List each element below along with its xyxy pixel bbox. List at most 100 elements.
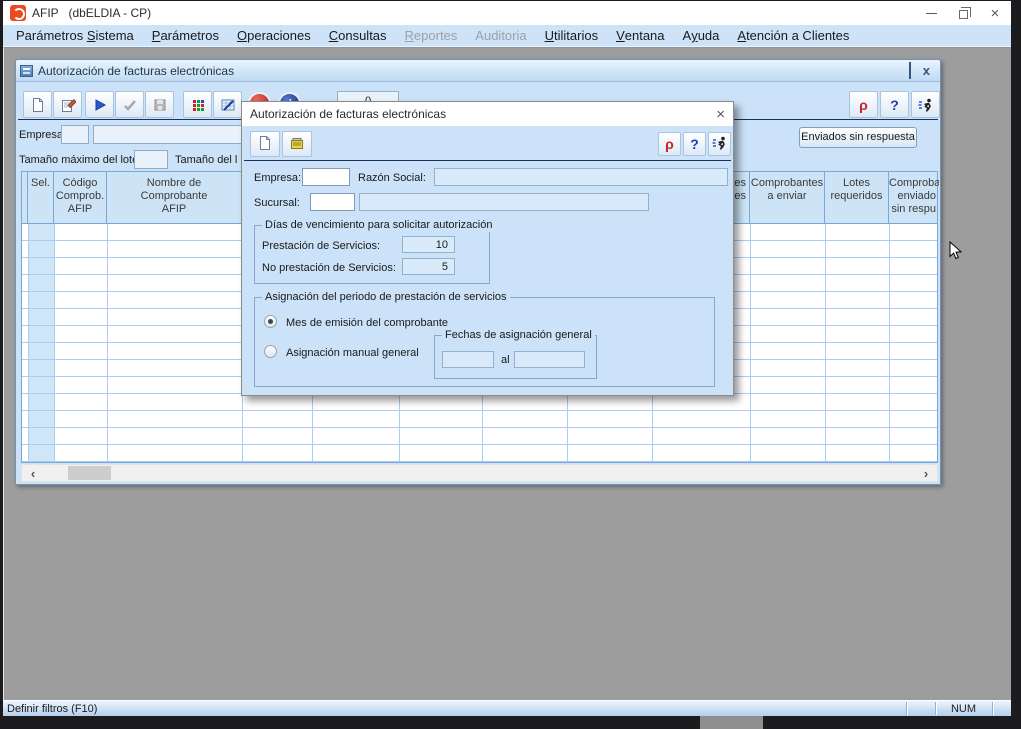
app-logo-icon	[10, 5, 26, 21]
radio-asignacion-manual-label[interactable]: Asignación manual general	[286, 346, 419, 360]
status-message: Definir filtros (F10)	[7, 702, 97, 716]
fechas-legend: Fechas de asignación general	[442, 329, 595, 342]
prestacion-label: Prestación de Servicios:	[262, 239, 380, 253]
check-icon	[122, 97, 138, 113]
app-window: AFIP (dbELDIA - CP) × Parámetros Sistema…	[0, 0, 1021, 729]
tamano-lote-label: Tamaño máximo del lote:	[19, 153, 141, 167]
mouse-cursor	[949, 241, 963, 264]
save-book-icon	[289, 135, 305, 154]
save-button[interactable]	[145, 91, 174, 118]
no-prestacion-field: 5	[402, 258, 455, 275]
menu-bar: Parámetros Sistema Parámetros Operacione…	[3, 25, 1011, 47]
table-row[interactable]	[22, 428, 937, 445]
table-row[interactable]	[22, 394, 937, 411]
horizontal-scrollbar[interactable]: ‹ ›	[21, 464, 938, 482]
menu-ayuda[interactable]: Ayuda	[674, 25, 729, 46]
empresa-code-field[interactable]	[61, 125, 89, 144]
minimize-button[interactable]	[915, 1, 947, 25]
edit-form-icon	[60, 97, 76, 113]
restore-button[interactable]	[947, 1, 979, 25]
help-button[interactable]: ?	[880, 91, 909, 118]
run-button[interactable]	[85, 91, 114, 118]
sucursal-label: Sucursal:	[254, 196, 300, 210]
dialog-empresa-label: Empresa:	[254, 171, 301, 185]
filter-button[interactable]: ρ	[849, 91, 878, 118]
menu-parametros[interactable]: Parámetros	[143, 25, 228, 46]
exit-runner-icon	[918, 97, 934, 113]
close-button[interactable]: ×	[979, 1, 1011, 25]
vencimiento-group: Días de vencimiento para solicitar autor…	[254, 225, 490, 284]
grid-edit-icon	[220, 97, 236, 113]
status-columns-icon	[190, 97, 206, 113]
dialog-toolbar-divider	[244, 160, 731, 161]
radio-mes-emision[interactable]	[264, 315, 277, 328]
sucursal-field[interactable]	[310, 193, 355, 211]
help-icon: ?	[890, 97, 899, 113]
dialog-help-button[interactable]: ?	[683, 132, 706, 156]
num-lock-indicator: NUM	[936, 702, 991, 716]
fecha-hasta-field	[514, 351, 585, 368]
enviados-sin-respuesta-button[interactable]: Enviados sin respuesta	[799, 127, 917, 148]
menu-atencion-clientes[interactable]: Atención a Clientes	[728, 25, 858, 46]
dialog-empresa-field[interactable]	[302, 168, 350, 186]
radio-mes-emision-label[interactable]: Mes de emisión del comprobante	[286, 316, 448, 330]
radio-asignacion-manual[interactable]	[264, 345, 277, 358]
scroll-right-button[interactable]: ›	[917, 465, 935, 481]
mdi-area: Autorización de facturas electrónicas x	[3, 47, 1011, 700]
al-label: al	[501, 353, 510, 367]
vencimiento-legend: Días de vencimiento para solicitar autor…	[262, 219, 495, 232]
scrollbar-thumb[interactable]	[68, 466, 111, 480]
scroll-left-button[interactable]: ‹	[24, 465, 42, 481]
empresa-label: Empresa:	[19, 128, 66, 142]
new-button[interactable]	[23, 91, 52, 118]
menu-ventana[interactable]: Ventana	[607, 25, 673, 46]
tamano-lote-field[interactable]	[134, 150, 168, 169]
dialog-title: Autorización de facturas electrónicas	[250, 107, 446, 121]
column-header-nombre[interactable]: Nombre de Comprobante AFIP	[107, 172, 242, 223]
floppy-disk-icon	[152, 97, 168, 113]
confirm-button[interactable]	[115, 91, 144, 118]
taskbar-fragment	[700, 716, 763, 729]
menu-reportes: Reportes	[396, 25, 467, 46]
dialog-exit-button[interactable]	[708, 132, 731, 156]
dialog-filter-button[interactable]: ρ	[658, 132, 681, 156]
menu-consultas[interactable]: Consultas	[320, 25, 396, 46]
table-row[interactable]	[22, 445, 937, 462]
prestacion-field: 10	[402, 236, 455, 253]
menu-utilitarios[interactable]: Utilitarios	[536, 25, 607, 46]
dialog-titlebar[interactable]: Autorización de facturas electrónicas ×	[242, 102, 733, 126]
autorizacion-dialog: Autorización de facturas electrónicas × …	[241, 101, 734, 396]
column-header-a-enviar[interactable]: Comprobantes a enviar	[750, 172, 825, 223]
tamano-del-label: Tamaño del l	[175, 153, 237, 167]
titlebar: AFIP (dbELDIA - CP) ×	[3, 1, 1011, 25]
dialog-close-button[interactable]: ×	[716, 107, 725, 122]
restore-icon	[959, 10, 968, 19]
child-window-title: Autorización de facturas electrónicas	[38, 64, 234, 78]
menu-parametros-sistema[interactable]: Parámetros Sistema	[7, 25, 143, 46]
dialog-save-button[interactable]	[282, 131, 312, 157]
razon-social-label: Razón Social:	[358, 171, 426, 185]
help-icon: ?	[690, 136, 699, 152]
child-restore-button[interactable]	[909, 64, 911, 78]
column-header-sel[interactable]: Sel.	[28, 172, 54, 223]
close-icon: x	[923, 63, 930, 78]
status-columns-button[interactable]	[183, 91, 212, 118]
grid-edit-button[interactable]	[213, 91, 242, 118]
edit-properties-button[interactable]	[53, 91, 82, 118]
status-bar: Definir filtros (F10) NUM	[3, 700, 1011, 716]
exit-button[interactable]	[911, 91, 940, 118]
minimize-icon	[926, 13, 937, 14]
column-header-lotes[interactable]: Lotes requeridos	[825, 172, 889, 223]
dialog-new-button[interactable]	[250, 131, 280, 157]
column-header-enviados[interactable]: Comproba enviado sin respu	[889, 172, 939, 223]
menu-operaciones[interactable]: Operaciones	[228, 25, 320, 46]
child-titlebar[interactable]: Autorización de facturas electrónicas x	[16, 60, 940, 82]
column-header-codigo[interactable]: Código Comprob. AFIP	[54, 172, 107, 223]
menu-auditoria: Auditoria	[466, 25, 535, 46]
table-row[interactable]	[22, 411, 937, 428]
filter-icon: ρ	[859, 97, 868, 113]
razon-social-field	[434, 168, 728, 186]
window-title: AFIP (dbELDIA - CP)	[32, 6, 151, 20]
asignacion-legend: Asignación del periodo de prestación de …	[262, 291, 510, 304]
child-close-button[interactable]: x	[923, 64, 930, 78]
